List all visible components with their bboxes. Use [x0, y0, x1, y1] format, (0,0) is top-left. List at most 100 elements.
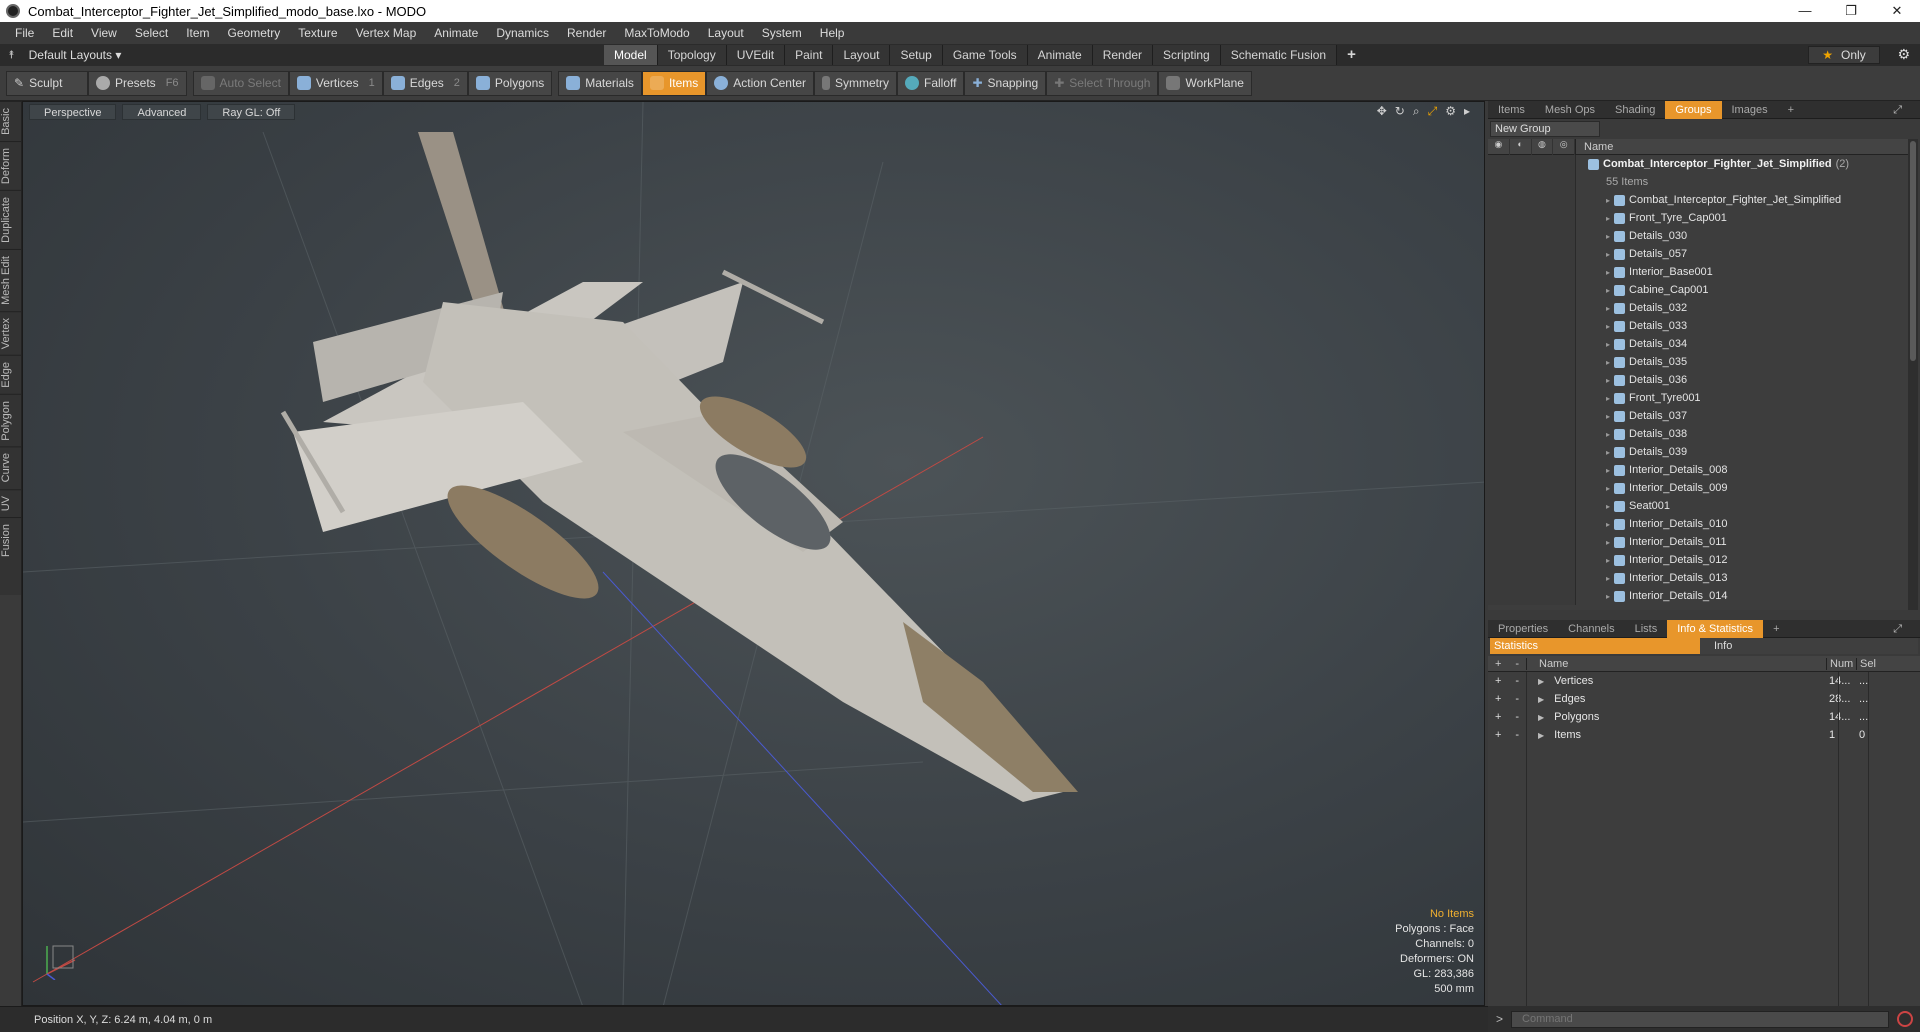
- maximize-button[interactable]: ❐: [1828, 3, 1874, 19]
- expand-arrow-icon[interactable]: ▸: [1606, 430, 1610, 439]
- add-icon[interactable]: +: [1495, 675, 1501, 687]
- left-tab-uv[interactable]: UV: [0, 488, 22, 518]
- only-button[interactable]: ★ Only: [1808, 46, 1880, 64]
- tab-mesh-ops[interactable]: Mesh Ops: [1535, 101, 1605, 119]
- expand-triangle-icon[interactable]: ▶: [1538, 731, 1544, 740]
- add-tab-icon[interactable]: +: [1337, 45, 1366, 65]
- expand-arrow-icon[interactable]: ▸: [1606, 268, 1610, 277]
- remove-icon[interactable]: -: [1515, 675, 1519, 687]
- remove-icon[interactable]: -: [1515, 729, 1519, 741]
- tree-item-row[interactable]: ▸ Front_Tyre_Cap001: [1488, 209, 1908, 227]
- tree-item-row[interactable]: ▸ Interior_Base001: [1488, 263, 1908, 281]
- tree-item-row[interactable]: ▸ Details_032: [1488, 299, 1908, 317]
- add-icon[interactable]: +: [1495, 729, 1501, 741]
- menu-view[interactable]: View: [82, 26, 126, 40]
- left-tab-vertex[interactable]: Vertex: [0, 310, 22, 355]
- vertices-button[interactable]: Vertices 1: [288, 70, 383, 96]
- tree-item-row[interactable]: ▸ Interior_Details_013: [1488, 569, 1908, 587]
- viewport-gear-icon[interactable]: ⚙: [1445, 104, 1456, 119]
- polygons-button[interactable]: Polygons: [467, 70, 553, 96]
- record-icon[interactable]: [1897, 1011, 1914, 1027]
- tree-item-row[interactable]: ▸ Seat001: [1488, 497, 1908, 515]
- expand-bottom-panel-icon[interactable]: ⤢: [1883, 620, 1912, 638]
- layout-selector[interactable]: ⯭ Default Layouts ▾: [0, 48, 140, 62]
- tab-items[interactable]: Items: [1488, 101, 1535, 119]
- falloff-button[interactable]: Falloff: [896, 70, 965, 96]
- pan-icon[interactable]: ✥: [1377, 104, 1387, 119]
- expand-arrow-icon[interactable]: ▸: [1606, 286, 1610, 295]
- info-tab[interactable]: Info: [1700, 638, 1918, 654]
- symmetry-button[interactable]: Symmetry: [813, 70, 897, 96]
- expand-arrow-icon[interactable]: ▸: [1606, 322, 1610, 331]
- tree-item-row[interactable]: ▸ Details_036: [1488, 371, 1908, 389]
- tab-shading[interactable]: Shading: [1605, 101, 1665, 119]
- zoom-icon[interactable]: ⌕: [1413, 104, 1420, 119]
- tab-schematic-fusion[interactable]: Schematic Fusion: [1220, 45, 1338, 65]
- tree-item-row[interactable]: ▸ Details_039: [1488, 443, 1908, 461]
- tree-item-row[interactable]: ▸ Front_Tyre001: [1488, 389, 1908, 407]
- tree-item-row[interactable]: ▸ Details_038: [1488, 425, 1908, 443]
- items-button[interactable]: Items: [641, 70, 707, 96]
- menu-item[interactable]: Item: [177, 26, 218, 40]
- menu-vertex-map[interactable]: Vertex Map: [347, 26, 426, 40]
- menu-render[interactable]: Render: [558, 26, 615, 40]
- group-visibility-cells[interactable]: [1488, 155, 1576, 173]
- left-tab-curve[interactable]: Curve: [0, 446, 22, 489]
- tab-groups[interactable]: Groups: [1665, 100, 1722, 119]
- add-icon[interactable]: +: [1495, 693, 1501, 705]
- workplane-button[interactable]: WorkPlane: [1158, 70, 1252, 96]
- expand-arrow-icon[interactable]: ▸: [1606, 556, 1610, 565]
- tree-item-row[interactable]: ▸ Interior_Details_014: [1488, 587, 1908, 605]
- left-tab-edge[interactable]: Edge: [0, 354, 22, 394]
- raygl-button[interactable]: Ray GL: Off: [207, 104, 296, 120]
- left-tab-polygon[interactable]: Polygon: [0, 393, 22, 447]
- tab-topology[interactable]: Topology: [657, 45, 727, 65]
- menu-edit[interactable]: Edit: [43, 26, 82, 40]
- tree-item-row[interactable]: ▸ Interior_Details_012: [1488, 551, 1908, 569]
- tree-item-row[interactable]: ▸ Details_034: [1488, 335, 1908, 353]
- menu-layout[interactable]: Layout: [699, 26, 753, 40]
- expand-arrow-icon[interactable]: ▸: [1606, 484, 1610, 493]
- tab-render[interactable]: Render: [1092, 45, 1154, 65]
- menu-help[interactable]: Help: [811, 26, 854, 40]
- stats-name-header[interactable]: Name: [1526, 657, 1826, 670]
- menu-select[interactable]: Select: [126, 26, 177, 40]
- stats-row-vertices[interactable]: + - ▶ Vertices 14... ...: [1488, 672, 1920, 690]
- menu-maxtomodo[interactable]: MaxToModo: [615, 26, 698, 40]
- menu-system[interactable]: System: [753, 26, 811, 40]
- remove-icon[interactable]: -: [1515, 711, 1519, 723]
- expand-triangle-icon[interactable]: ▶: [1538, 677, 1544, 686]
- expand-arrow-icon[interactable]: ▸: [1606, 232, 1610, 241]
- shading-mode-button[interactable]: Advanced: [122, 104, 202, 120]
- fit-icon[interactable]: ⤢: [1428, 104, 1438, 119]
- expand-arrow-icon[interactable]: ▸: [1606, 574, 1610, 583]
- menu-file[interactable]: File: [6, 26, 43, 40]
- 3d-viewport[interactable]: Perspective Advanced Ray GL: Off ✥ ↻ ⌕ ⤢…: [22, 101, 1485, 1006]
- add-icon[interactable]: +: [1495, 711, 1501, 723]
- menu-dynamics[interactable]: Dynamics: [487, 26, 558, 40]
- minimize-button[interactable]: —: [1782, 3, 1828, 19]
- tab-images[interactable]: Images: [1722, 101, 1778, 119]
- edges-button[interactable]: Edges 2: [382, 70, 468, 96]
- expand-arrow-icon[interactable]: ▸: [1606, 358, 1610, 367]
- tab-paint[interactable]: Paint: [785, 45, 834, 65]
- expand-arrow-icon[interactable]: ▸: [1606, 466, 1610, 475]
- expand-arrow-icon[interactable]: ▸: [1606, 448, 1610, 457]
- groups-scrollbar[interactable]: [1908, 139, 1918, 610]
- stats-row-edges[interactable]: + - ▶ Edges 28... ...: [1488, 690, 1920, 708]
- tree-item-row[interactable]: ▸ Details_057: [1488, 245, 1908, 263]
- tab-scripting[interactable]: Scripting: [1153, 45, 1221, 65]
- add-panel-tab-icon[interactable]: +: [1778, 101, 1804, 119]
- tab-setup[interactable]: Setup: [890, 45, 943, 65]
- select-col-icon[interactable]: ◎: [1553, 138, 1575, 155]
- visibility-col-icon[interactable]: ◉: [1488, 138, 1510, 155]
- expand-arrow-icon[interactable]: ▸: [1606, 394, 1610, 403]
- expand-arrow-icon[interactable]: ▸: [1606, 520, 1610, 529]
- view-mode-button[interactable]: Perspective: [29, 104, 117, 120]
- expand-arrow-icon[interactable]: ▸: [1606, 340, 1610, 349]
- tree-item-row[interactable]: ▸ Interior_Details_009: [1488, 479, 1908, 497]
- select-through-button[interactable]: ✚ Select Through: [1046, 70, 1159, 96]
- stats-row-items[interactable]: + - ▶ Items 1 0: [1488, 726, 1920, 744]
- command-input[interactable]: [1511, 1010, 1890, 1028]
- expand-triangle-icon[interactable]: ▶: [1538, 695, 1544, 704]
